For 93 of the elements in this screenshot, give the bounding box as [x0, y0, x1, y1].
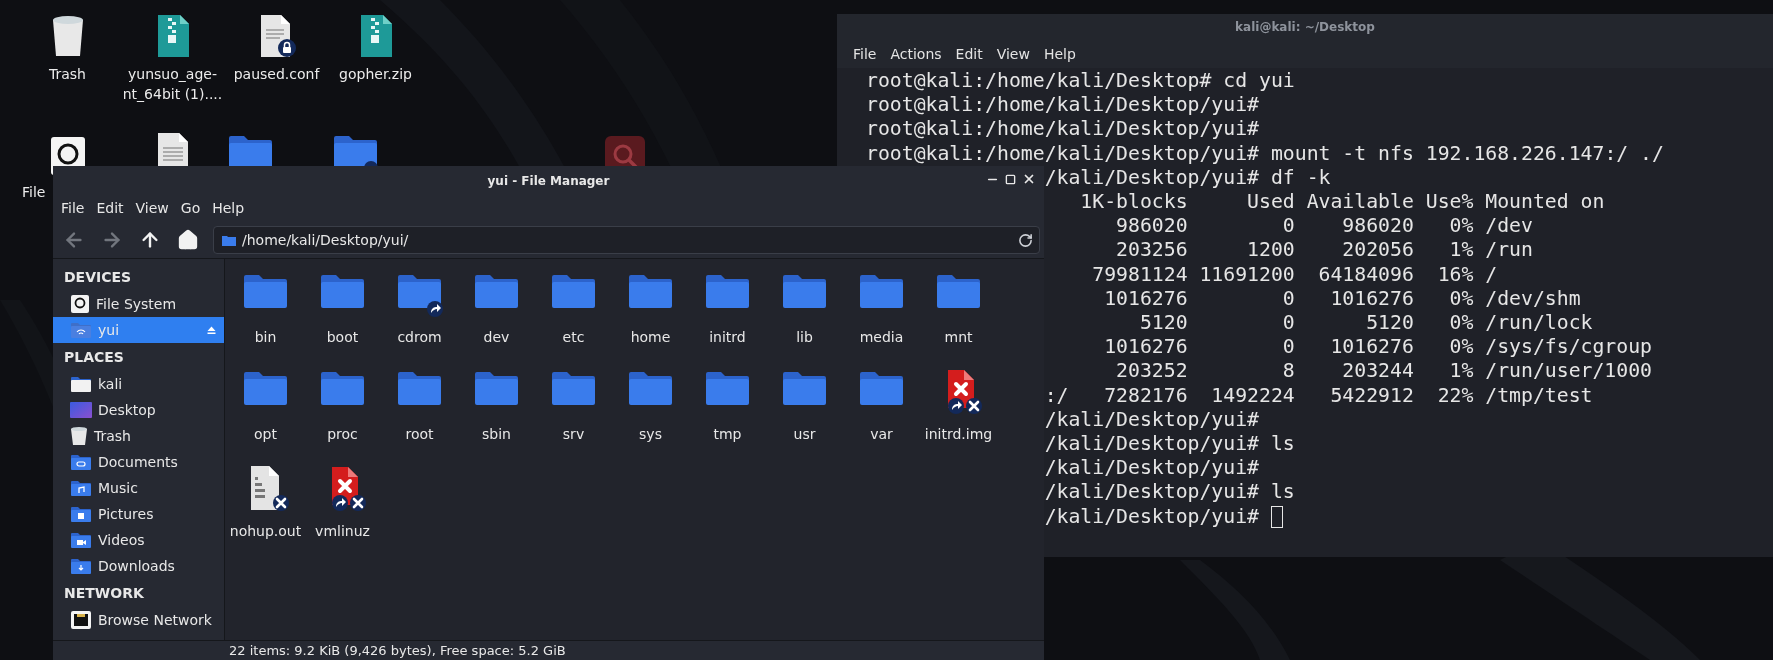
terminal-line: /kali/Desktop/yui# ls [1044, 480, 1295, 505]
file-name[interactable]: tmp [713, 424, 742, 445]
menu-item[interactable]: Go [174, 198, 207, 219]
network-icon [70, 610, 92, 630]
status-bar-text: 22 items: 9.2 KiB (9,426 bytes), Free space: 5.2 GiB [229, 642, 566, 659]
close-icon[interactable] [1022, 172, 1036, 186]
file-name[interactable]: initrd.img [924, 424, 993, 445]
terminal-line: 203256 1200 202056 1% /run [1115, 238, 1533, 263]
terminal-line: /kali/Desktop/yui# [1044, 407, 1259, 433]
sidebar-heading: PLACES [63, 348, 125, 367]
file-name[interactable]: opt [254, 424, 277, 445]
menu-item[interactable]: File [847, 43, 883, 65]
file-name[interactable]: sys [639, 424, 662, 445]
pictures-folder-icon [70, 505, 92, 523]
downloads-folder-icon [70, 557, 92, 575]
terminal-line: root@kali:/home/kali/Desktop/yui# [866, 117, 1259, 142]
reload-icon[interactable] [1018, 232, 1033, 248]
home-icon [177, 229, 199, 251]
file-name[interactable]: boot [326, 327, 359, 348]
menu-item[interactable]: Edit [949, 43, 989, 65]
music-folder-icon [70, 479, 92, 497]
menu-item[interactable]: View [129, 198, 175, 219]
terminal-line: root@kali:/home/kali/Desktop/yui# [866, 93, 1259, 118]
sidebar-item[interactable]: Videos [53, 527, 224, 553]
terminal-line: 1016276 0 1016276 0% /dev/shm [1103, 286, 1581, 312]
location-field[interactable]: /home/kali/Desktop/yui/ [242, 229, 1012, 251]
desktop-icon-label[interactable]: Trash [49, 64, 86, 84]
terminal-line: 5120 0 5120 0% /run/lock [1138, 311, 1593, 336]
archive-icon [155, 14, 190, 58]
menu-item[interactable]: Help [206, 198, 251, 219]
file-name[interactable]: etc [562, 327, 585, 348]
file-name[interactable]: lib [796, 327, 813, 348]
archive-icon [358, 14, 393, 58]
location-bar[interactable]: /home/kali/Desktop/yui/ [213, 226, 1040, 254]
terminal-line: /kali/Desktop/yui# df -k [1044, 165, 1331, 190]
menu-item[interactable]: File [55, 198, 91, 219]
folder-icon [222, 234, 236, 246]
terminal-line: root@kali:/home/kali/Desktop# cd yui [866, 69, 1295, 94]
sidebar-item[interactable]: Documents [53, 449, 224, 475]
videos-folder-icon [70, 531, 92, 549]
menu-item[interactable]: Actions [884, 43, 948, 65]
drive-icon [70, 294, 90, 314]
file-name[interactable]: srv [562, 424, 585, 445]
window-title: yui - File Manager [487, 172, 610, 190]
terminal-line: 986020 0 986020 0% /dev [1115, 214, 1533, 239]
sidebar-item[interactable]: Desktop [53, 397, 224, 423]
sidebar-item[interactable]: Pictures [53, 501, 224, 527]
desktop-icon-label[interactable]: yunsuo_age- nt_64bit (1).... [122, 64, 223, 104]
menu-item[interactable]: Edit [90, 198, 130, 219]
file-name[interactable]: cdrom [397, 327, 442, 348]
file-name[interactable]: var [870, 424, 893, 445]
file-name[interactable]: sbin [482, 424, 511, 445]
sidebar-item[interactable]: Music [53, 475, 224, 501]
file-name[interactable]: usr [793, 424, 816, 445]
sidebar-item[interactable]: File System [53, 291, 224, 317]
desktop-icon-label[interactable]: File [22, 182, 46, 202]
file-name[interactable]: root [405, 424, 434, 445]
sidebar-item[interactable]: Browse Network [53, 607, 224, 633]
terminal-line: 79981124 11691200 64184096 16% / [1091, 262, 1498, 287]
desktop-icon [70, 402, 92, 418]
file-name[interactable]: bin [254, 327, 277, 348]
file-name[interactable]: mnt [944, 327, 973, 348]
terminal-line: 1016276 0 1016276 0% /sys/fs/cgroup [1103, 335, 1652, 360]
file-name[interactable]: dev [483, 327, 510, 348]
terminal-line: /kali/Desktop/yui# ls [1044, 432, 1295, 457]
file-name[interactable]: nohup.out [229, 521, 302, 542]
home-folder-icon [70, 375, 92, 393]
maximize-icon[interactable] [1005, 173, 1016, 185]
documents-folder-icon [70, 453, 92, 471]
sidebar-heading: DEVICES [63, 268, 133, 287]
desktop-icon-label[interactable]: gopher.zip [339, 64, 412, 84]
network-folder-icon [70, 321, 92, 339]
terminal-line: /kali/Desktop/yui# [1044, 456, 1259, 481]
terminal-line: root@kali:/home/kali/Desktop/yui# mount -t nfs 192.168.226.147:/ ./ [866, 141, 1664, 166]
sidebar-item[interactable]: Trash [53, 423, 224, 449]
file-name[interactable]: vmlinuz [315, 521, 370, 542]
terminal-line: 203252 8 203244 1% /run/user/1000 [1115, 359, 1652, 384]
file-name[interactable]: proc [327, 424, 358, 445]
file-name[interactable]: media [859, 327, 904, 348]
window-title: kali@kali: ~/Desktop [1235, 19, 1375, 36]
menu-item[interactable]: View [990, 43, 1036, 65]
file-name[interactable]: initrd [709, 327, 746, 348]
desktop-icon-label[interactable]: paused.conf [233, 64, 320, 84]
eject-icon[interactable] [207, 326, 216, 334]
terminal-line: :/ 7282176 1492224 5422912 22% /tmp/test [1044, 383, 1593, 408]
file-name[interactable]: home [630, 327, 671, 348]
trash-icon [70, 426, 88, 446]
menu-item[interactable]: Help [1037, 43, 1082, 65]
terminal-line: 1K-blocks Used Available Use% Mounted on [1079, 190, 1605, 215]
sidebar-heading: NETWORK [63, 584, 145, 603]
terminal-line: /kali/Desktop/yui# [1044, 504, 1260, 529]
sidebar-item[interactable]: Downloads [53, 553, 224, 579]
sidebar-item[interactable]: kali [53, 371, 224, 397]
